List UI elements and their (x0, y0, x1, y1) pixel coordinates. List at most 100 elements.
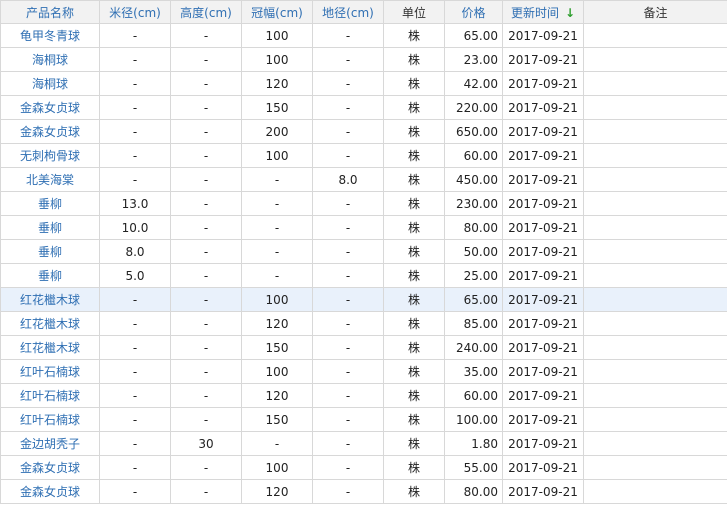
crown-cell: - (241, 167, 313, 192)
product-name-link[interactable]: 红花檵木球 (0, 311, 100, 336)
updated-date-cell: 2017-09-21 (502, 311, 584, 336)
product-name-link[interactable]: 垂柳 (0, 191, 100, 216)
crown-cell: 100 (241, 287, 313, 312)
note-cell (583, 431, 727, 456)
table-row: 红叶石楠球 - -120- 株 60.00 2017-09-21 (0, 383, 727, 408)
ground-cell: - (312, 239, 384, 264)
product-name-link[interactable]: 金森女贞球 (0, 479, 100, 504)
unit-cell: 株 (383, 119, 445, 144)
product-name-link[interactable]: 垂柳 (0, 263, 100, 288)
col-header-unit-label: 单位 (401, 5, 426, 20)
note-cell (583, 407, 727, 432)
updated-date-cell: 2017-09-21 (502, 191, 584, 216)
diameter-cell: - (99, 23, 171, 48)
updated-date-cell: 2017-09-21 (502, 23, 584, 48)
product-name-link[interactable]: 海桐球 (0, 71, 100, 96)
ground-cell: - (312, 359, 384, 384)
ground-cell: - (312, 215, 384, 240)
crown-cell: - (241, 239, 313, 264)
height-cell: - (170, 287, 242, 312)
ground-cell: - (312, 191, 384, 216)
height-cell: - (170, 335, 242, 360)
product-name-link[interactable]: 金森女贞球 (0, 119, 100, 144)
diameter-cell: - (99, 407, 171, 432)
product-name-link[interactable]: 海桐球 (0, 47, 100, 72)
updated-date-cell: 2017-09-21 (502, 359, 584, 384)
ground-cell: - (312, 263, 384, 288)
price-cell: 240.00 (444, 335, 503, 360)
product-name-link[interactable]: 红花檵木球 (0, 335, 100, 360)
ground-cell: - (312, 311, 384, 336)
product-name-link[interactable]: 龟甲冬青球 (0, 23, 100, 48)
height-cell: - (170, 239, 242, 264)
unit-cell: 株 (383, 335, 445, 360)
updated-date-cell: 2017-09-21 (502, 263, 584, 288)
diameter-cell: - (99, 359, 171, 384)
unit-cell: 株 (383, 431, 445, 456)
product-name-link[interactable]: 红叶石楠球 (0, 359, 100, 384)
ground-cell: - (312, 23, 384, 48)
height-cell: - (170, 455, 242, 480)
product-name-link[interactable]: 金边胡秃子 (0, 431, 100, 456)
price-cell: 100.00 (444, 407, 503, 432)
product-name-link[interactable]: 红花檵木球 (0, 287, 100, 312)
product-name-link[interactable]: 红叶石楠球 (0, 407, 100, 432)
product-name-link[interactable]: 垂柳 (0, 215, 100, 240)
price-table: 产品名称 米径(cm) 高度(cm) 冠幅(cm) 地径(cm) 单位 价格 更… (0, 0, 727, 504)
product-name-link[interactable]: 红叶石楠球 (0, 383, 100, 408)
product-name-link[interactable]: 无刺枸骨球 (0, 143, 100, 168)
crown-cell: 100 (241, 359, 313, 384)
price-cell: 80.00 (444, 215, 503, 240)
diameter-cell: 8.0 (99, 239, 171, 264)
product-name-link[interactable]: 金森女贞球 (0, 455, 100, 480)
ground-cell: - (312, 71, 384, 96)
height-cell: - (170, 479, 242, 504)
height-cell: - (170, 359, 242, 384)
crown-cell: 100 (241, 47, 313, 72)
price-cell: 35.00 (444, 359, 503, 384)
note-cell (583, 311, 727, 336)
unit-cell: 株 (383, 71, 445, 96)
table-row: 红花檵木球 - -150- 株 240.00 2017-09-21 (0, 335, 727, 360)
product-name-link[interactable]: 垂柳 (0, 239, 100, 264)
col-header-ground[interactable]: 地径(cm) (312, 0, 384, 24)
crown-cell: - (241, 191, 313, 216)
diameter-cell: - (99, 287, 171, 312)
table-body: 龟甲冬青球 - -100- 株 65.00 2017-09-21 海桐球 - -100- 株 23.… (0, 23, 727, 504)
updated-date-cell: 2017-09-21 (502, 215, 584, 240)
product-name-link[interactable]: 北美海棠 (0, 167, 100, 192)
col-header-diameter[interactable]: 米径(cm) (99, 0, 171, 24)
table-row: 金森女贞球 - -100- 株 55.00 2017-09-21 (0, 455, 727, 480)
col-header-updated-label: 更新时间 (510, 5, 559, 20)
col-header-crown[interactable]: 冠幅(cm) (241, 0, 313, 24)
note-cell (583, 23, 727, 48)
note-cell (583, 119, 727, 144)
diameter-cell: - (99, 119, 171, 144)
ground-cell: - (312, 431, 384, 456)
height-cell: - (170, 95, 242, 120)
product-name-link[interactable]: 金森女贞球 (0, 95, 100, 120)
ground-cell: 8.0 (312, 167, 384, 192)
table-row: 垂柳 10.0- - - 株 80.00 2017-09-21 (0, 215, 727, 240)
unit-cell: 株 (383, 239, 445, 264)
col-header-updated[interactable]: 更新时间 ↓ (502, 0, 584, 24)
note-cell (583, 143, 727, 168)
col-header-price[interactable]: 价格 (444, 0, 503, 24)
height-cell: - (170, 71, 242, 96)
height-cell: - (170, 47, 242, 72)
note-cell (583, 263, 727, 288)
crown-cell: 120 (241, 71, 313, 96)
crown-cell: 120 (241, 383, 313, 408)
crown-cell: 100 (241, 23, 313, 48)
note-cell (583, 215, 727, 240)
unit-cell: 株 (383, 479, 445, 504)
col-header-height[interactable]: 高度(cm) (170, 0, 242, 24)
col-header-name-label: 产品名称 (25, 5, 74, 20)
col-header-name[interactable]: 产品名称 (0, 0, 100, 24)
price-cell: 65.00 (444, 287, 503, 312)
unit-cell: 株 (383, 407, 445, 432)
table-row: 海桐球 - -120- 株 42.00 2017-09-21 (0, 71, 727, 96)
crown-cell: 150 (241, 407, 313, 432)
updated-date-cell: 2017-09-21 (502, 407, 584, 432)
diameter-cell: - (99, 455, 171, 480)
